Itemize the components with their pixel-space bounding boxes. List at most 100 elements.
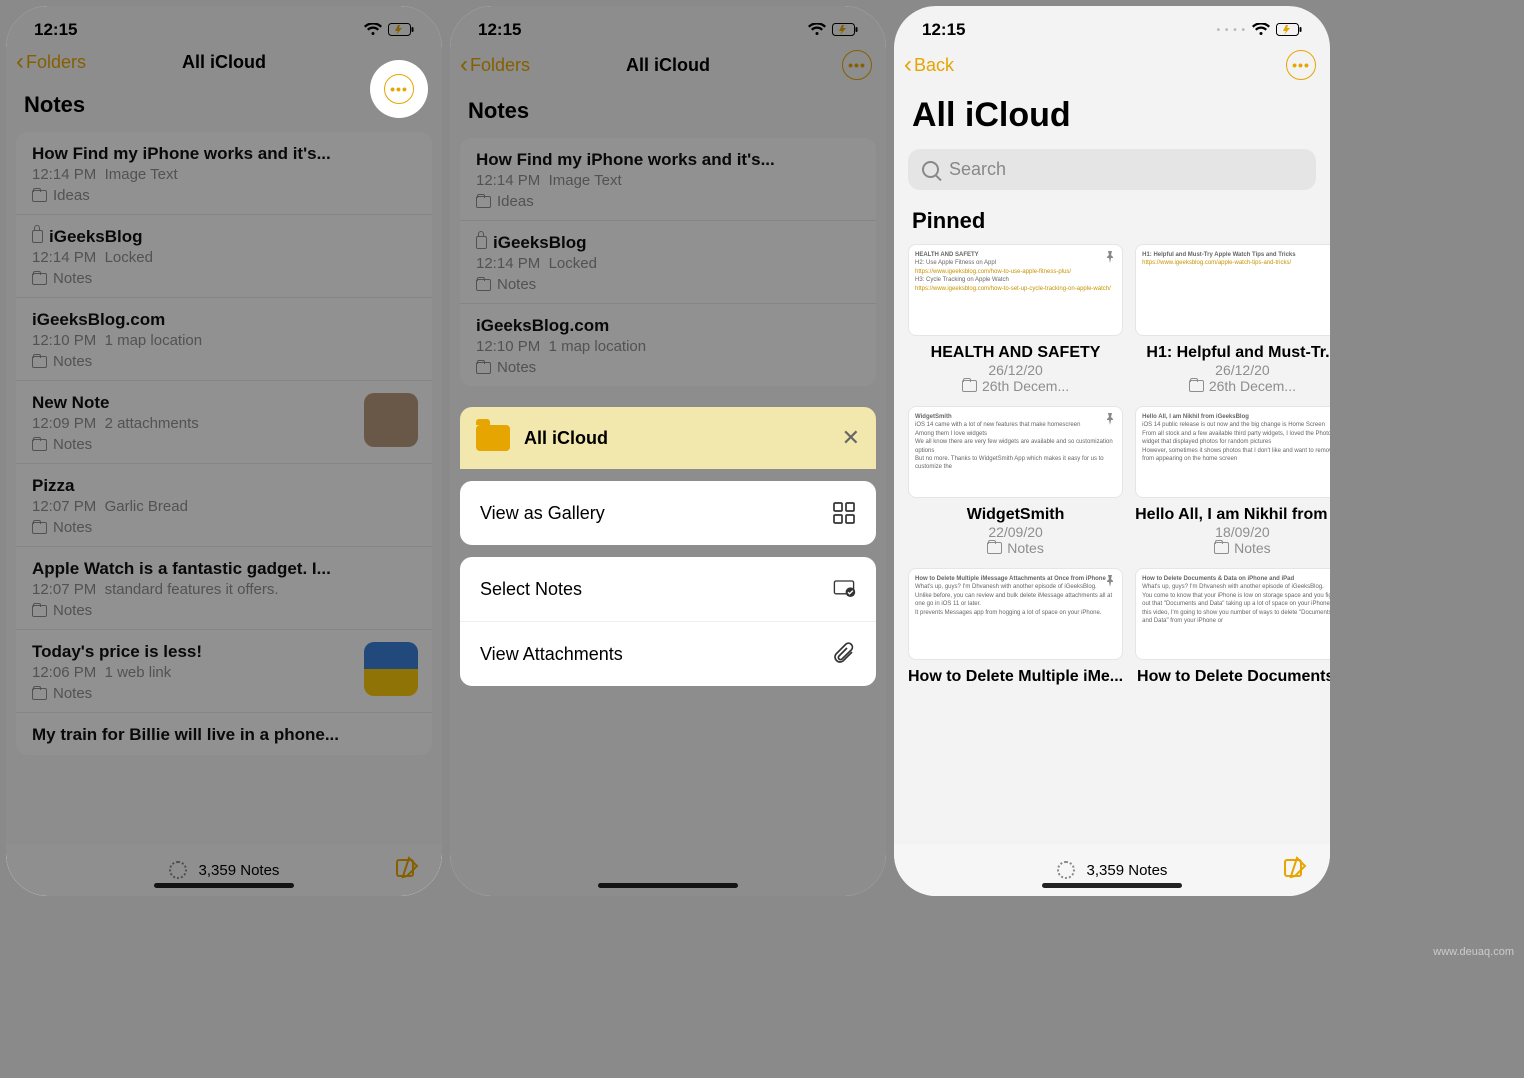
note-folder: Ideas [476, 193, 860, 210]
note-title: New Note [32, 393, 416, 413]
status-bar: 12:15 [6, 6, 442, 44]
search-input[interactable]: Search [908, 149, 1316, 190]
more-button[interactable]: ••• [384, 74, 414, 104]
folder-icon [32, 522, 47, 534]
note-subline: 12:10 PM 1 map location [476, 338, 860, 355]
note-preview: WidgetSmithiOS 14 came with a lot of new… [908, 406, 1123, 498]
note-item[interactable]: iGeeksBlog.com 12:10 PM 1 map location N… [16, 298, 432, 381]
sheet-title: All iCloud [524, 428, 608, 449]
note-subline: 12:14 PM Image Text [32, 166, 416, 183]
menu-view-as-gallery[interactable]: View as Gallery [460, 481, 876, 545]
note-folder: Notes [32, 436, 416, 453]
gallery-folder: 26th Decem... [1135, 378, 1330, 394]
note-item[interactable]: Today's price is less! 12:06 PM 1 web li… [16, 630, 432, 713]
folder-icon [32, 356, 47, 368]
note-title: Today's price is less! [32, 642, 416, 662]
note-subline: 12:07 PM Garlic Bread [32, 498, 416, 515]
cellular-dots-icon: • • • • [1217, 25, 1246, 36]
note-item[interactable]: How Find my iPhone works and it's... 12:… [460, 138, 876, 221]
note-folder: Notes [32, 602, 416, 619]
wifi-icon [364, 23, 382, 37]
note-folder: Notes [32, 519, 416, 536]
note-folder: Notes [32, 353, 416, 370]
notes-count: 3,359 Notes [1087, 862, 1168, 879]
menu-view-attachments[interactable]: View Attachments [460, 622, 876, 686]
compose-button[interactable] [1282, 855, 1308, 885]
note-item[interactable]: iGeeksBlog 12:14 PM Locked Notes [16, 215, 432, 298]
note-subline: 12:09 PM 2 attachments [32, 415, 416, 432]
home-indicator[interactable] [598, 883, 738, 888]
note-item[interactable]: iGeeksBlog 12:14 PM Locked Notes [460, 221, 876, 304]
gallery-date: 26/12/20 [908, 362, 1123, 378]
back-label: Folders [470, 55, 530, 76]
gallery-card[interactable]: HEALTH AND SAFETYH2: Use Apple Fitness o… [908, 244, 1123, 394]
home-indicator[interactable] [1042, 883, 1182, 888]
folder-icon [476, 362, 491, 374]
toolbar: 3,359 Notes [6, 844, 442, 896]
more-button[interactable]: ••• [1286, 50, 1316, 80]
back-button[interactable]: ‹ Folders [16, 50, 86, 74]
note-subline: 12:14 PM Locked [32, 249, 416, 266]
toolbar: 3,359 Notes [894, 844, 1330, 896]
pin-icon [1104, 575, 1116, 587]
note-item[interactable]: New Note 12:09 PM 2 attachments Notes [16, 381, 432, 464]
gallery-title: Hello All, I am Nikhil from i... [1135, 506, 1330, 524]
section-heading: Pinned [894, 204, 1330, 244]
menu-select-notes[interactable]: Select Notes [460, 557, 876, 622]
folder-icon [1214, 542, 1229, 554]
note-item[interactable]: Apple Watch is a fantastic gadget. I... … [16, 547, 432, 630]
status-icons: • • • • [1217, 23, 1302, 37]
gallery-card[interactable]: Hello All, I am Nikhil from iGeeksBlogiO… [1135, 406, 1330, 556]
folder-icon [476, 279, 491, 291]
lock-icon [476, 236, 487, 249]
battery-icon [1276, 23, 1302, 37]
note-folder: Notes [32, 270, 416, 287]
note-item[interactable]: iGeeksBlog.com 12:10 PM 1 map location N… [460, 304, 876, 386]
gallery-card[interactable]: How to Delete Multiple iMessage Attachme… [908, 568, 1123, 702]
screen-3-gallery-view: 12:15 • • • • ‹ Back ••• All iCloud Sear… [894, 6, 1330, 896]
folder-icon [476, 425, 510, 451]
note-thumbnail [364, 393, 418, 447]
sync-spinner-icon [1057, 861, 1075, 879]
sheet-header: All iCloud ✕ [460, 407, 876, 469]
note-title: How Find my iPhone works and it's... [32, 144, 416, 164]
screen-2-menu-sheet: 12:15 ‹ Folders All iCloud ••• Notes How… [450, 6, 886, 896]
note-item[interactable]: How Find my iPhone works and it's... 12:… [16, 132, 432, 215]
note-preview: Hello All, I am Nikhil from iGeeksBlogiO… [1135, 406, 1330, 498]
folder-icon [987, 542, 1002, 554]
section-heading: Notes [450, 90, 886, 134]
gallery-title: How to Delete Documents... [1135, 668, 1330, 686]
note-preview: How to Delete Documents & Data on iPhone… [1135, 568, 1330, 660]
note-title: Apple Watch is a fantastic gadget. I... [32, 559, 416, 579]
close-button[interactable]: ✕ [842, 425, 860, 451]
lock-icon [32, 230, 43, 243]
folder-icon [1189, 380, 1204, 392]
note-item[interactable]: My train for Billie will live in a phone… [16, 713, 432, 755]
gallery-card[interactable]: WidgetSmithiOS 14 came with a lot of new… [908, 406, 1123, 556]
folder-icon [32, 605, 47, 617]
back-button[interactable]: ‹ Back [904, 53, 954, 77]
pin-icon [1104, 413, 1116, 425]
gallery-card[interactable]: How to Delete Documents & Data on iPhone… [1135, 568, 1330, 702]
gallery-title: HEALTH AND SAFETY [908, 344, 1123, 362]
wifi-icon [808, 23, 826, 37]
note-subline: 12:06 PM 1 web link [32, 664, 416, 681]
gallery-folder: Notes [908, 540, 1123, 556]
compose-button[interactable] [394, 855, 420, 885]
back-button[interactable]: ‹ Folders [460, 53, 530, 77]
note-title: iGeeksBlog.com [476, 316, 860, 336]
gallery-card[interactable]: H1: Helpful and Must-Try Apple Watch Tip… [1135, 244, 1330, 394]
note-item[interactable]: Pizza 12:07 PM Garlic Bread Notes [16, 464, 432, 547]
note-folder: Notes [476, 359, 860, 376]
status-bar: 12:15 [450, 6, 886, 44]
select-icon [832, 577, 856, 601]
folder-icon [32, 439, 47, 451]
gallery-title: H1: Helpful and Must-Tr... [1135, 344, 1330, 362]
folder-icon [962, 380, 977, 392]
note-folder: Ideas [32, 187, 416, 204]
status-icons [364, 23, 414, 37]
home-indicator[interactable] [154, 883, 294, 888]
paperclip-icon [832, 642, 856, 666]
menu-label: Select Notes [480, 579, 582, 600]
more-button[interactable]: ••• [842, 50, 872, 80]
